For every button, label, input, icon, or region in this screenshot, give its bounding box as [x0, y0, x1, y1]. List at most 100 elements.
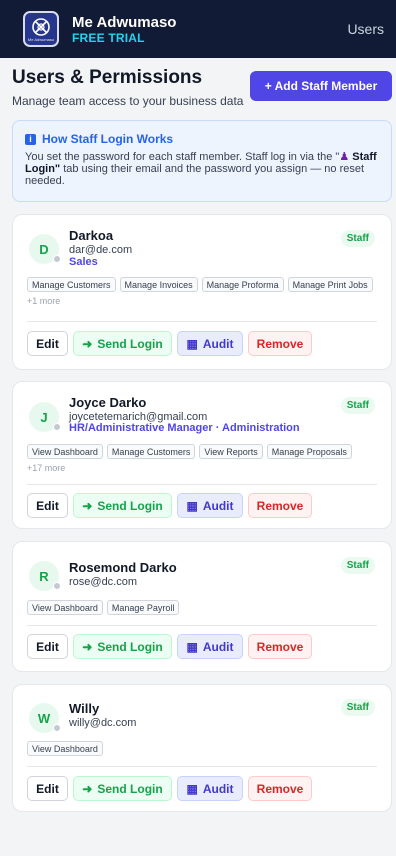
permission-tag: Manage Invoices	[119, 277, 198, 292]
send-login-button[interactable]: ➜ Send Login	[73, 776, 172, 801]
audit-label: Audit	[202, 336, 234, 351]
avatar: W	[29, 703, 61, 733]
login-arrow-icon: ➜	[82, 498, 93, 513]
audit-button[interactable]: ▦ Audit	[177, 331, 243, 356]
info-text-after: tab using their email and the password y…	[25, 163, 365, 187]
card-actions: Edit ➜ Send Login ▦ Audit Remove	[27, 634, 312, 659]
staff-name: Joyce Darko	[69, 395, 147, 410]
send-login-label: Send Login	[97, 781, 163, 796]
info-icon: i	[25, 133, 36, 145]
status-dot	[53, 423, 61, 431]
remove-button[interactable]: Remove	[248, 493, 312, 518]
permission-tag: View Dashboard	[27, 600, 103, 615]
bar-chart-icon: ▦	[186, 336, 198, 351]
staff-card: J Joyce Darko joycetetemarich@gmail.com …	[12, 381, 392, 529]
permission-tag: Manage Proposals	[266, 444, 352, 459]
permission-tag: Manage Proforma	[201, 277, 284, 292]
info-title: i How Staff Login Works	[25, 132, 379, 146]
edit-button[interactable]: Edit	[27, 776, 68, 801]
audit-label: Audit	[202, 498, 234, 513]
page-header: Users & Permissions Manage team access t…	[12, 68, 392, 108]
app-name: Me Adwumaso	[72, 13, 177, 31]
staff-role: HR/Administrative Manager · Administrati…	[69, 422, 300, 434]
permission-tag: View Dashboard	[27, 741, 103, 756]
staff-login-info: i How Staff Login Works You set the pass…	[12, 120, 392, 202]
audit-button[interactable]: ▦ Audit	[177, 776, 243, 801]
send-login-button[interactable]: ➜ Send Login	[73, 493, 172, 518]
info-text: You set the password for each staff memb…	[25, 151, 379, 187]
avatar: J	[29, 402, 61, 432]
status-badge: Staff	[340, 557, 375, 574]
status-dot	[53, 582, 61, 590]
more-permissions[interactable]: +1 more	[27, 296, 60, 306]
add-staff-button[interactable]: + Add Staff Member	[250, 71, 392, 101]
permission-tag: View Dashboard	[27, 444, 103, 459]
remove-button[interactable]: Remove	[248, 634, 312, 659]
bar-chart-icon: ▦	[186, 781, 198, 796]
staff-card: R Rosemond Darko rose@dc.com Staff View …	[12, 541, 392, 672]
card-actions: Edit ➜ Send Login ▦ Audit Remove	[27, 776, 312, 801]
avatar-initial: D	[39, 241, 49, 257]
permission-list: View Dashboard	[27, 741, 379, 756]
permission-tag: Manage Customers	[27, 277, 116, 292]
audit-button[interactable]: ▦ Audit	[177, 634, 243, 659]
audit-label: Audit	[202, 781, 234, 796]
edit-button[interactable]: Edit	[27, 331, 68, 356]
permission-tag: View Reports	[199, 444, 263, 459]
staff-name: Rosemond Darko	[69, 560, 177, 575]
staff-name: Willy	[69, 701, 100, 716]
login-arrow-icon: ➜	[82, 336, 93, 351]
login-arrow-icon: ➜	[82, 781, 93, 796]
send-login-button[interactable]: ➜ Send Login	[73, 331, 172, 356]
card-actions: Edit ➜ Send Login ▦ Audit Remove	[27, 493, 312, 518]
edit-button[interactable]: Edit	[27, 634, 68, 659]
card-actions: Edit ➜ Send Login ▦ Audit Remove	[27, 331, 312, 356]
staff-email: willy@dc.com	[69, 717, 137, 729]
avatar: R	[29, 561, 61, 591]
send-login-button[interactable]: ➜ Send Login	[73, 634, 172, 659]
bar-chart-icon: ▦	[186, 498, 198, 513]
avatar: D	[29, 234, 61, 264]
top-bar: Me Adwumaso Me Adwumaso FREE TRIAL Users	[0, 0, 396, 58]
more-permissions[interactable]: +17 more	[27, 463, 65, 473]
avatar-initial: W	[37, 710, 51, 726]
staff-card: D Darkoa dar@de.com Sales Staff Manage C…	[12, 214, 392, 370]
staff-email: rose@dc.com	[69, 576, 138, 588]
remove-button[interactable]: Remove	[248, 331, 312, 356]
status-badge: Staff	[340, 699, 375, 716]
audit-button[interactable]: ▦ Audit	[177, 493, 243, 518]
edit-button[interactable]: Edit	[27, 493, 68, 518]
avatar-initial: R	[39, 568, 49, 584]
bar-chart-icon: ▦	[186, 639, 198, 654]
info-text-before: You set the password for each staff memb…	[25, 151, 340, 163]
info-title-text: How Staff Login Works	[42, 132, 174, 146]
remove-button[interactable]: Remove	[248, 776, 312, 801]
staff-role: Sales	[69, 256, 98, 268]
send-login-label: Send Login	[97, 336, 163, 351]
permission-tag: Manage Customers	[106, 444, 196, 459]
login-arrow-icon: ➜	[82, 639, 93, 654]
staff-email: dar@de.com	[69, 244, 133, 256]
permission-tag: Manage Payroll	[106, 600, 180, 615]
brand: Me Adwumaso FREE TRIAL	[72, 14, 176, 45]
logo-icon[interactable]: Me Adwumaso	[23, 11, 59, 47]
person-icon: ♟	[339, 151, 350, 163]
permission-list: View Dashboard Manage Customers View Rep…	[27, 444, 379, 473]
audit-label: Audit	[202, 639, 234, 654]
divider	[27, 484, 377, 485]
avatar-initial: J	[40, 409, 48, 425]
send-login-label: Send Login	[97, 639, 163, 654]
status-dot	[53, 255, 61, 263]
logo-text: Me Adwumaso	[27, 36, 55, 42]
divider	[27, 766, 377, 767]
plan-label: FREE TRIAL	[72, 30, 145, 45]
send-login-label: Send Login	[97, 498, 163, 513]
status-badge: Staff	[340, 397, 375, 414]
divider	[27, 321, 377, 322]
staff-card: W Willy willy@dc.com Staff View Dashboar…	[12, 684, 392, 812]
divider	[27, 625, 377, 626]
logo-mark	[32, 17, 50, 36]
nav-users-link[interactable]: Users	[347, 21, 384, 37]
status-dot	[53, 724, 61, 732]
permission-list: Manage Customers Manage Invoices Manage …	[27, 277, 379, 306]
